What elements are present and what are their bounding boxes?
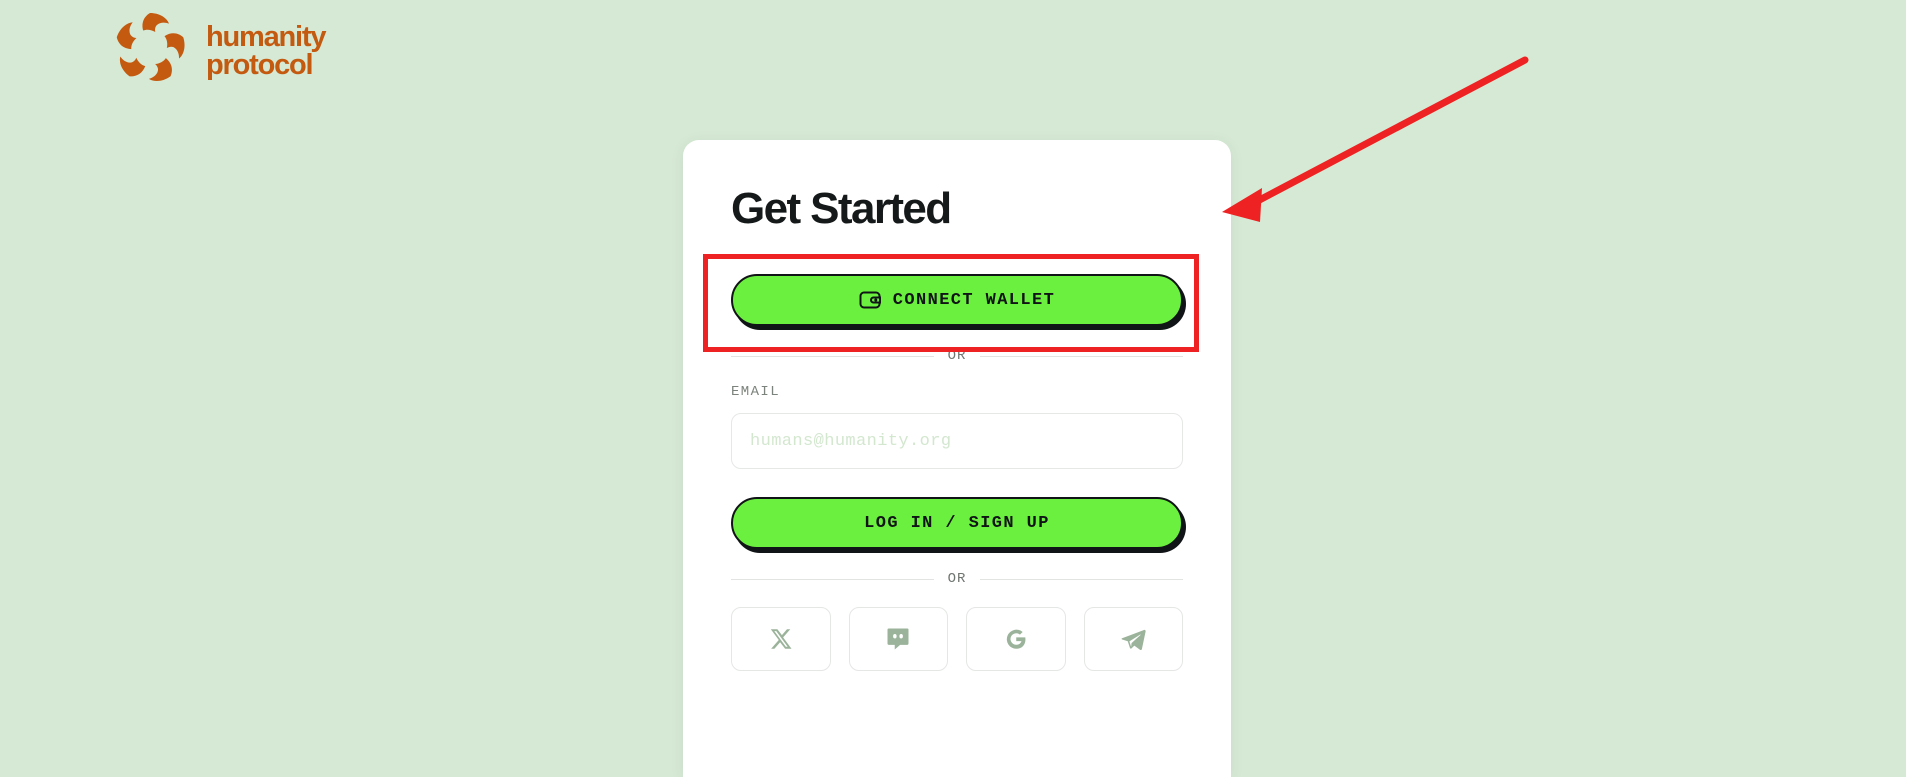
social-login-discord[interactable] — [848, 607, 948, 672]
login-signup-button[interactable]: LOG IN / SIGN UP — [731, 497, 1183, 550]
divider-or-label: OR — [947, 571, 967, 588]
email-label: EMAIL — [731, 384, 781, 401]
get-started-card: Get Started CONNECT WALLET OR EMAIL LOG … — [683, 140, 1231, 777]
divider-rule-right — [980, 355, 1183, 357]
social-login-row — [731, 607, 1183, 672]
humanity-protocol-petal-mark-icon — [116, 13, 185, 82]
connect-wallet-row: CONNECT WALLET — [703, 254, 1199, 353]
social-login-telegram[interactable] — [1083, 607, 1183, 672]
login-signup-row: LOG IN / SIGN UP — [731, 497, 1183, 550]
connect-wallet-label: CONNECT WALLET — [892, 290, 1056, 310]
divider-or-bottom: OR — [731, 571, 1183, 587]
email-input[interactable] — [731, 413, 1183, 470]
brand-name-line2: protocol — [206, 49, 312, 81]
social-login-google[interactable] — [966, 607, 1066, 672]
google-icon — [1006, 629, 1026, 649]
login-signup-label: LOG IN / SIGN UP — [864, 513, 1050, 533]
page-title: Get Started — [731, 184, 952, 233]
annotation-arrow — [1222, 56, 1529, 222]
divider-or-top: OR — [731, 348, 1183, 364]
brand-logo[interactable]: humanity protocol — [112, 10, 406, 86]
telegram-icon — [1121, 630, 1146, 651]
x-twitter-icon — [770, 629, 792, 649]
wallet-icon — [859, 291, 881, 309]
divider-or-label: OR — [947, 348, 967, 365]
divider-rule-left — [731, 355, 934, 357]
connect-wallet-button[interactable]: CONNECT WALLET — [731, 274, 1183, 327]
brand-wordmark: humanity protocol — [206, 21, 328, 81]
discord-icon — [887, 628, 909, 650]
social-login-x-twitter[interactable] — [731, 607, 831, 672]
divider-rule-left — [731, 578, 934, 580]
divider-rule-right — [980, 578, 1183, 580]
